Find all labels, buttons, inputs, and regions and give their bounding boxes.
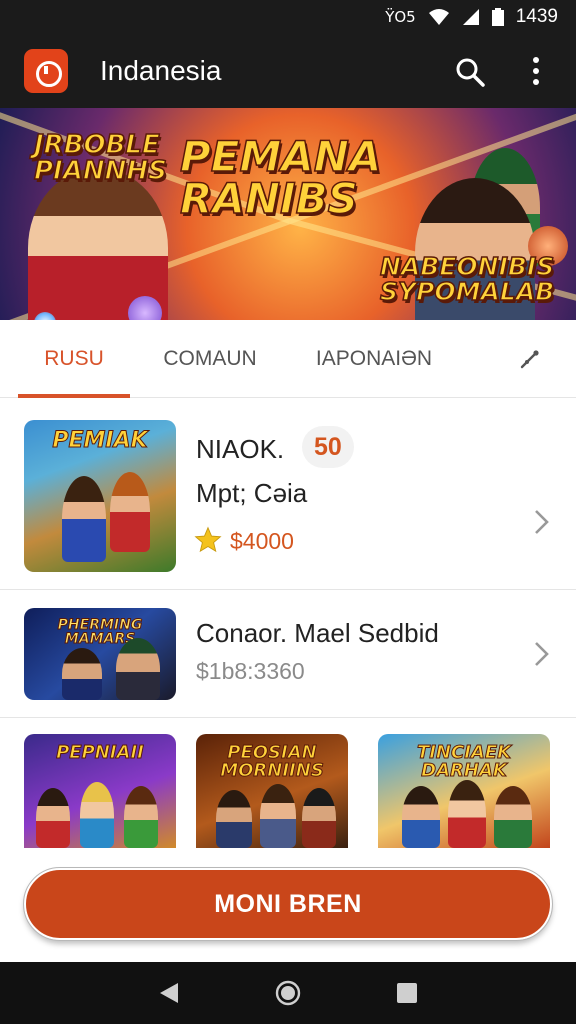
signal-icon <box>462 9 479 25</box>
more-vert-icon[interactable] <box>524 54 548 88</box>
item-title: Conaor. Mael Sedbid <box>196 618 439 648</box>
clock: 1439 <box>515 6 558 27</box>
status-bar: ΫΟ5 1439 <box>0 0 576 34</box>
list-item[interactable]: PEMIAK NIAOK. 50 Mpt; Cəia $4000 <box>0 400 576 590</box>
search-icon[interactable] <box>454 56 486 88</box>
banner-logo-left: JRBOBLE PIANNHS <box>33 130 167 186</box>
share-icon[interactable] <box>508 320 552 398</box>
thumbnail-title: PEPNIAII <box>56 742 145 763</box>
banner-logo-right: NABEONIBIS SYPOMALAB <box>379 252 555 306</box>
list-item[interactable]: PHERMING MAMARS Conaor. Mael Sedbid $1b8… <box>0 590 576 718</box>
system-nav-bar <box>0 962 576 1024</box>
item-title: NIAOK. <box>196 434 285 464</box>
star-icon <box>194 526 222 553</box>
grid-game-thumbnail[interactable]: PEOSIAN MORNIINS <box>196 734 348 848</box>
home-icon[interactable] <box>275 980 301 1006</box>
item-price: $1b8:3360 <box>196 658 305 684</box>
grid-game-thumbnail[interactable]: TINCIAEK DARHAK <box>378 734 550 848</box>
chevron-right-icon[interactable] <box>530 640 552 668</box>
grid-game-thumbnail[interactable]: PEPNIAII <box>24 734 176 848</box>
signal-text: ΫΟ5 <box>385 8 416 26</box>
tab-rusu[interactable]: RUSU <box>18 320 130 398</box>
battery-icon <box>491 8 504 26</box>
item-subtitle: Mpt; Cəia <box>196 478 308 508</box>
featured-banner[interactable]: JRBOBLE PIANNHS PEMANA RANIBS NABEONIBIS… <box>0 108 576 320</box>
tab-iaponaien[interactable]: IAPONAIƏN <box>296 320 452 398</box>
game-thumbnail: PHERMING MAMARS <box>24 608 176 700</box>
recents-icon[interactable] <box>394 980 420 1006</box>
thumbnail-title: PEMIAK <box>52 428 148 453</box>
game-thumbnail: PEMIAK <box>24 420 176 572</box>
cta-bar: MONI BREN <box>0 850 576 960</box>
app-bar: Indanesia <box>0 34 576 108</box>
chevron-right-icon[interactable] <box>530 508 552 536</box>
back-icon[interactable] <box>156 980 182 1006</box>
thumbnail-title: PEOSIAN MORNIINS <box>220 742 325 781</box>
app-title: Indanesia <box>100 55 222 86</box>
tab-comaun[interactable]: COMAUN <box>140 320 280 398</box>
primary-cta-button[interactable]: MONI BREN <box>23 867 553 941</box>
banner-logo-center: PEMANA RANIBS <box>179 132 382 223</box>
wifi-icon <box>428 9 449 25</box>
app-logo-icon[interactable] <box>24 49 68 93</box>
category-tabs: RUSU COMAUN IAPONAIƏN <box>0 320 576 398</box>
count-badge: 50 <box>302 426 354 468</box>
thumbnail-title: TINCIAEK DARHAK <box>416 742 512 781</box>
item-price: $4000 <box>230 528 294 554</box>
